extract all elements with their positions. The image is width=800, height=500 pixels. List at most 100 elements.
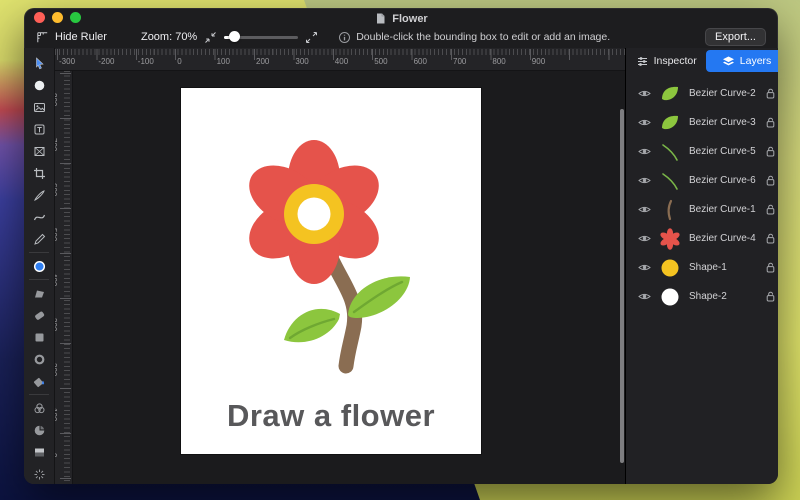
zoom-controls: Zoom: 70% (141, 31, 318, 44)
toolbar: Hide Ruler Zoom: 70% Double-click the bo… (24, 26, 778, 48)
zoom-slider[interactable] (224, 31, 298, 43)
layer-name: Bezier Curve-2 (689, 88, 756, 99)
blend-tool-icon[interactable] (28, 397, 50, 419)
circle-tool-icon[interactable] (28, 74, 50, 96)
ruler-label: 900 (532, 57, 545, 66)
artboard-caption: Draw a flower (181, 398, 481, 434)
minimize-button[interactable] (52, 12, 63, 23)
fill-tool-icon[interactable] (28, 370, 50, 392)
eraser-tool-icon[interactable] (28, 304, 50, 326)
pen-tool-icon[interactable] (28, 184, 50, 206)
eye-icon[interactable] (638, 87, 651, 100)
placeholder-tool-icon[interactable] (28, 140, 50, 162)
export-button[interactable]: Export... (705, 28, 766, 46)
lock-icon[interactable] (764, 290, 777, 303)
select-tool-icon[interactable] (28, 52, 50, 74)
ruler-label: 800 (55, 93, 58, 106)
pie-tool-icon[interactable] (28, 419, 50, 441)
tools-strip (24, 48, 55, 484)
eye-icon[interactable] (638, 145, 651, 158)
ruler-label: 700 (453, 57, 466, 66)
layer-thumbnail (659, 228, 681, 250)
layer-row[interactable]: Bezier Curve-2 (626, 79, 778, 108)
curve-tool-icon[interactable] (28, 206, 50, 228)
hide-ruler-button[interactable]: Hide Ruler (36, 31, 107, 44)
lock-icon[interactable] (764, 87, 777, 100)
zoom-in-icon[interactable] (305, 31, 318, 44)
lock-icon[interactable] (764, 203, 777, 216)
image-tool-icon[interactable] (28, 96, 50, 118)
lock-icon[interactable] (764, 261, 777, 274)
eye-icon[interactable] (638, 174, 651, 187)
layer-row[interactable]: Bezier Curve-1 (626, 195, 778, 224)
ruler-label: 0 (177, 57, 181, 66)
layer-thumbnail (659, 83, 681, 105)
crop-tool-icon[interactable] (28, 162, 50, 184)
lock-icon[interactable] (764, 145, 777, 158)
eye-icon[interactable] (638, 232, 651, 245)
info-message: Double-click the bounding box to edit or… (338, 31, 610, 44)
layer-row[interactable]: Shape-1 (626, 253, 778, 282)
layer-thumbnail (659, 141, 681, 163)
eye-icon[interactable] (638, 203, 651, 216)
pencil-tool-icon[interactable] (28, 228, 50, 250)
artboard[interactable]: Draw a flower (181, 88, 481, 454)
flower-inner-shape (298, 198, 331, 231)
layer-name: Bezier Curve-6 (689, 175, 756, 186)
slider-knob[interactable] (229, 31, 240, 42)
ring-tool-icon[interactable] (28, 348, 50, 370)
layer-name: Shape-2 (689, 291, 756, 302)
eye-icon[interactable] (638, 116, 651, 129)
ruler-label: 600 (55, 183, 58, 196)
tools-divider (29, 394, 49, 395)
eye-icon[interactable] (638, 290, 651, 303)
layers-icon (722, 55, 735, 68)
layer-row[interactable]: Bezier Curve-6 (626, 166, 778, 195)
ruler-label: -200 (98, 57, 114, 66)
layer-row[interactable]: Bezier Curve-4 (626, 224, 778, 253)
zoom-out-icon[interactable] (204, 31, 217, 44)
gradient-tool-icon[interactable] (28, 441, 50, 463)
document-icon (374, 12, 387, 25)
layer-name: Shape-1 (689, 262, 756, 273)
ruler-label: 800 (492, 57, 505, 66)
zoom-label: Zoom: 70% (141, 31, 197, 43)
sliders-icon (636, 55, 649, 68)
rect-tool-icon[interactable] (28, 326, 50, 348)
titlebar: Flower (24, 8, 778, 26)
horizontal-ruler: -300-200-1000100200300400500600700800900 (55, 48, 625, 71)
layer-row[interactable]: Shape-2 (626, 282, 778, 311)
layer-thumbnail (659, 199, 681, 221)
fullscreen-button[interactable] (70, 12, 81, 23)
traffic-lights (34, 12, 81, 23)
ruler-label: -300 (59, 57, 75, 66)
tab-inspector[interactable]: Inspector (626, 50, 706, 72)
effects-tool-icon[interactable] (28, 463, 50, 484)
text-tool-icon[interactable] (28, 118, 50, 140)
tab-inspector-label: Inspector (654, 55, 697, 67)
ruler-major-ticks (60, 73, 71, 484)
layer-thumbnail (659, 112, 681, 134)
layer-row[interactable]: Bezier Curve-3 (626, 108, 778, 137)
right-panel: Inspector Layers Bezier Curve-2 Bezier Cu… (625, 48, 778, 484)
layer-thumbnail (659, 286, 681, 308)
canvas-region: -300-200-1000100200300400500600700800900… (55, 48, 625, 484)
ruler-label: 500 (374, 57, 387, 66)
vertical-scrollbar[interactable] (620, 109, 624, 463)
color-swatch-icon[interactable] (28, 255, 50, 277)
layer-name: Bezier Curve-4 (689, 233, 756, 244)
canvas[interactable]: Draw a flower (73, 71, 625, 484)
lock-icon[interactable] (764, 174, 777, 187)
close-button[interactable] (34, 12, 45, 23)
tab-layers[interactable]: Layers (706, 50, 778, 72)
ruler-label: 700 (55, 138, 58, 151)
app-window: Flower Hide Ruler Zoom: 70% Double-click… (24, 8, 778, 484)
shape-tool-icon[interactable] (28, 282, 50, 304)
hide-ruler-label: Hide Ruler (55, 31, 107, 43)
layer-row[interactable]: Bezier Curve-5 (626, 137, 778, 166)
tools-divider (29, 279, 49, 280)
lock-icon[interactable] (764, 116, 777, 129)
eye-icon[interactable] (638, 261, 651, 274)
ruler-label: 0 (55, 453, 58, 457)
lock-icon[interactable] (764, 232, 777, 245)
